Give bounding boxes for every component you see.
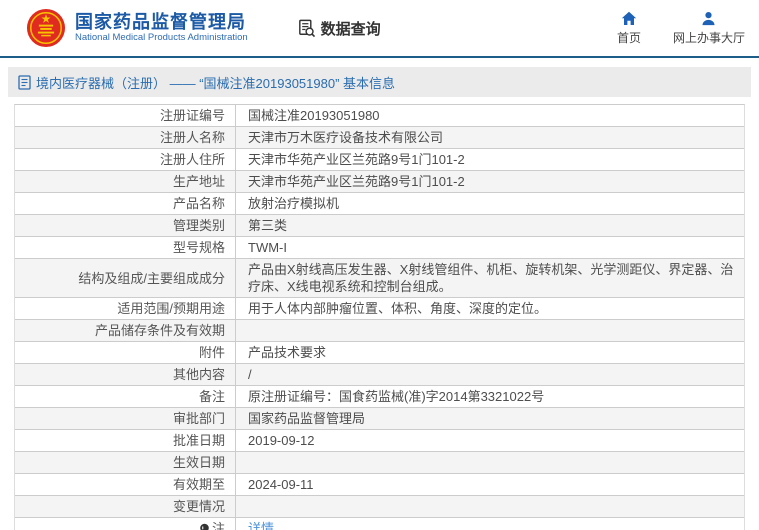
table-row: 注册人住所 天津市华苑产业区兰苑路9号1门101-2	[15, 149, 744, 171]
nav-online-hall[interactable]: 网上办事大厅	[673, 11, 745, 46]
row-label: 变更情况	[15, 496, 236, 517]
table-row: 适用范围/预期用途 用于人体内部肿瘤位置、体积、角度、深度的定位。	[15, 298, 744, 320]
nav-home[interactable]: 首页	[617, 11, 641, 46]
row-label: 注册证编号	[15, 105, 236, 126]
page-header: 国家药品监督管理局 National Medical Products Admi…	[0, 0, 759, 58]
table-row: 产品储存条件及有效期	[15, 320, 744, 342]
row-label: 结构及组成/主要组成成分	[15, 259, 236, 297]
row-label: 批准日期	[15, 430, 236, 451]
table-row: 审批部门 国家药品监督管理局	[15, 408, 744, 430]
user-icon	[702, 11, 715, 25]
table-row: 注册证编号 国械注准20193051980	[15, 105, 744, 127]
row-label: 审批部门	[15, 408, 236, 429]
header-nav: 首页 网上办事大厅	[617, 11, 745, 46]
table-row: 型号规格 TWM-I	[15, 237, 744, 259]
row-label: 附件	[15, 342, 236, 363]
table-row: 注册人名称 天津市万木医疗设备技术有限公司	[15, 127, 744, 149]
row-value: 原注册证编号：国食药监械(准)字2014第3321022号	[248, 389, 545, 404]
row-label: 管理类别	[15, 215, 236, 236]
agency-logo: 国家药品监督管理局 National Medical Products Admi…	[26, 8, 248, 48]
row-value: 国械注准20193051980	[248, 108, 380, 123]
row-label: 注	[15, 518, 236, 530]
row-value: 天津市华苑产业区兰苑路9号1门101-2	[248, 152, 465, 167]
row-label: 产品名称	[15, 193, 236, 214]
row-value: 2024-09-11	[248, 477, 314, 492]
nav-home-label: 首页	[616, 30, 641, 45]
table-row: 结构及组成/主要组成成分 产品由X射线高压发生器、X射线管组件、机柜、旋转机架、光…	[15, 259, 744, 298]
national-emblem-icon	[26, 8, 66, 48]
table-row: 生产地址 天津市华苑产业区兰苑路9号1门101-2	[15, 171, 744, 193]
table-row: 批准日期 2019-09-12	[15, 430, 744, 452]
row-label: 注册人住所	[15, 149, 236, 170]
row-value: 产品技术要求	[248, 345, 327, 360]
data-query-button[interactable]: 数据查询	[296, 18, 381, 39]
home-icon	[621, 11, 637, 25]
row-value	[236, 496, 744, 517]
agency-name-cn: 国家药品监督管理局	[75, 12, 246, 32]
table-row: 产品名称 放射治疗模拟机	[15, 193, 744, 215]
row-value: TWM-I	[248, 240, 287, 255]
page-title: 境内医疗器械（注册） —— “国械注准20193051980” 基本信息	[36, 75, 396, 91]
row-value: 详情	[236, 518, 744, 530]
table-row: 其他内容 /	[15, 364, 744, 386]
table-row: 有效期至 2024-09-11	[15, 474, 744, 496]
row-label: 产品储存条件及有效期	[15, 320, 236, 341]
row-value: 天津市华苑产业区兰苑路9号1门101-2	[248, 174, 465, 189]
row-label: 生效日期	[15, 452, 236, 473]
agency-name-en: National Medical Products Administration	[75, 32, 248, 43]
row-value: 用于人体内部肿瘤位置、体积、角度、深度的定位。	[248, 301, 548, 316]
row-value: 放射治疗模拟机	[248, 196, 340, 211]
table-row: 生效日期	[15, 452, 744, 474]
document-icon	[18, 74, 31, 90]
breadcrumb-bar: 境内医疗器械（注册） —— “国械注准20193051980” 基本信息	[8, 67, 751, 97]
table-row: 附件 产品技术要求	[15, 342, 744, 364]
row-label: 有效期至	[15, 474, 236, 495]
note-icon	[200, 523, 209, 530]
table-row: 变更情况	[15, 496, 744, 518]
row-label: 其他内容	[15, 364, 236, 385]
row-value	[236, 452, 744, 473]
row-label: 适用范围/预期用途	[15, 298, 236, 319]
nav-online-hall-label: 网上办事大厅	[672, 30, 745, 45]
row-label: 备注	[15, 386, 236, 407]
table-row: 注 详情	[15, 518, 744, 530]
row-label: 注册人名称	[15, 127, 236, 148]
row-value: 天津市万木医疗设备技术有限公司	[248, 130, 444, 145]
data-query-label: 数据查询	[320, 20, 381, 38]
row-value: 产品由X射线高压发生器、X射线管组件、机柜、旋转机架、光学测距仪、界定器、治疗床…	[248, 262, 734, 294]
row-label: 生产地址	[15, 171, 236, 192]
row-value: /	[248, 367, 252, 382]
data-query-icon	[298, 19, 315, 37]
table-row: 管理类别 第三类	[15, 215, 744, 237]
row-label: 型号规格	[15, 237, 236, 258]
row-value: 国家药品监督管理局	[248, 411, 366, 426]
agency-name-block: 国家药品监督管理局 National Medical Products Admi…	[75, 12, 248, 44]
row-value: 第三类	[248, 218, 288, 233]
detail-link[interactable]: 详情	[248, 520, 274, 530]
registration-info-table: 注册证编号 国械注准20193051980 注册人名称 天津市万木医疗设备技术有限公司…	[14, 104, 745, 530]
row-value	[236, 320, 744, 341]
row-value: 2019-09-12	[248, 433, 315, 448]
table-row: 备注 原注册证编号：国食药监械(准)字2014第3321022号	[15, 386, 744, 408]
